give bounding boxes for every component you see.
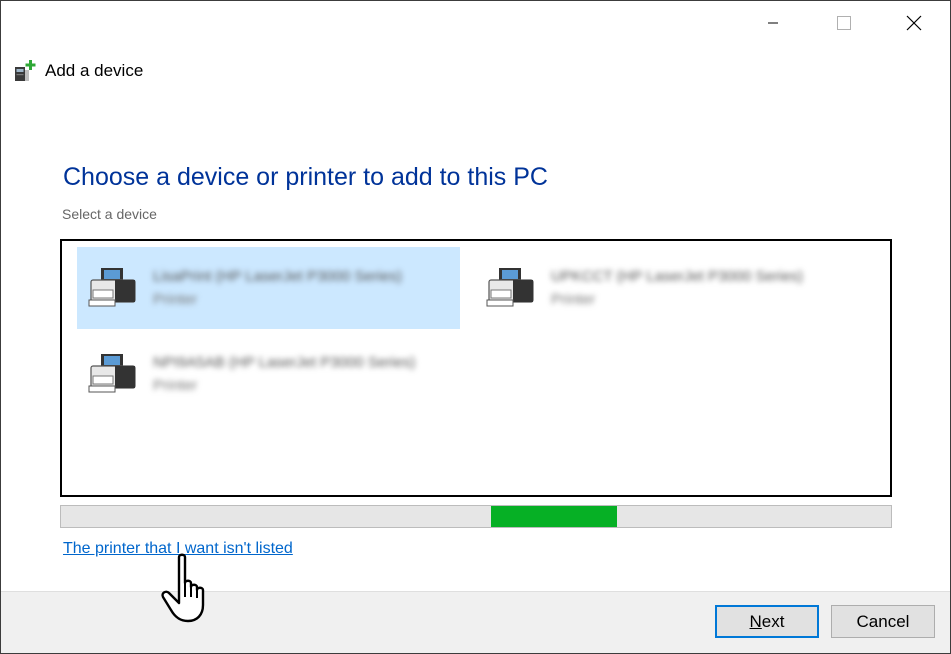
- device-type: Printer: [551, 291, 596, 308]
- window-header: Add a device: [13, 59, 143, 83]
- maximize-icon: [837, 16, 851, 30]
- window-title: Add a device: [45, 61, 144, 80]
- button-bar: Next Cancel: [1, 591, 950, 653]
- device-list[interactable]: LisaPrint (HP LaserJet P3000 Series) Pri…: [60, 239, 892, 497]
- device-type: Printer: [153, 377, 198, 394]
- minimize-button[interactable]: [750, 1, 796, 45]
- device-item[interactable]: NPI9A5AB (HP LaserJet P3000 Series) Prin…: [77, 333, 460, 415]
- device-type: Printer: [153, 291, 198, 308]
- minimize-icon: [768, 22, 778, 24]
- maximize-button[interactable]: [821, 1, 867, 45]
- device-name: UPKCCT (HP LaserJet P3000 Series): [551, 268, 804, 285]
- page-title: Choose a device or printer to add to thi…: [63, 163, 548, 191]
- printer-icon: [88, 268, 136, 307]
- close-icon: [906, 15, 922, 31]
- next-label: ext: [761, 611, 785, 631]
- printer-icon: [486, 268, 534, 307]
- title-bar: [1, 1, 950, 45]
- next-button[interactable]: Next: [715, 605, 819, 638]
- add-device-window: Add a device Choose a device or printer …: [0, 0, 951, 654]
- device-item[interactable]: LisaPrint (HP LaserJet P3000 Series) Pri…: [77, 247, 460, 329]
- device-name: NPI9A5AB (HP LaserJet P3000 Series): [153, 354, 416, 371]
- close-button[interactable]: [891, 1, 937, 45]
- page-subtitle: Select a device: [62, 206, 157, 222]
- add-device-icon: [15, 60, 36, 81]
- cancel-button[interactable]: Cancel: [831, 605, 935, 638]
- printer-icon: [88, 354, 136, 393]
- device-item[interactable]: UPKCCT (HP LaserJet P3000 Series) Printe…: [475, 247, 858, 329]
- printer-not-listed-link[interactable]: The printer that I want isn't listed: [63, 540, 293, 558]
- progress-indicator: [490, 506, 618, 527]
- device-name: LisaPrint (HP LaserJet P3000 Series): [153, 268, 403, 285]
- search-progress-bar: [60, 505, 892, 528]
- next-accelerator: N: [749, 611, 762, 631]
